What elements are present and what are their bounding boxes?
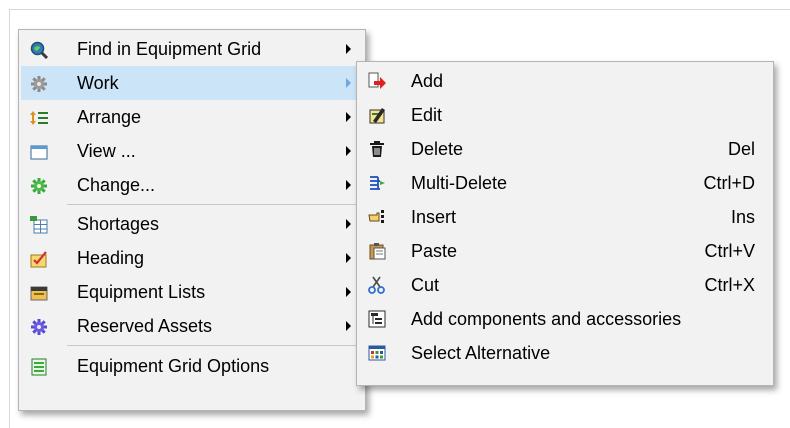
submenu-item-label: Select Alternative [411, 343, 551, 363]
background-frame-left [9, 9, 10, 428]
submenu-item-edit[interactable]: Edit [359, 98, 771, 132]
submenu-item-shortcut: Ctrl+V [704, 241, 755, 261]
scissors-icon [368, 276, 386, 294]
context-menu: Find in Equipment Grid Work Arrange View… [18, 29, 366, 411]
heading-check-icon [30, 250, 48, 268]
menu-item-shortages[interactable]: Shortages [21, 207, 363, 241]
folder-icon [30, 284, 48, 302]
trash-icon [368, 140, 386, 158]
menu-item-find-in-equipment-grid[interactable]: Find in Equipment Grid [21, 32, 363, 66]
menu-item-change[interactable]: Change... [21, 168, 363, 202]
grid-options-icon [30, 358, 48, 376]
menu-item-work[interactable]: Work [21, 66, 363, 100]
menu-item-label: Heading [77, 248, 145, 268]
menu-separator [67, 204, 361, 205]
edit-pencil-icon [368, 106, 386, 124]
submenu-item-delete[interactable]: Delete Del [359, 132, 771, 166]
menu-item-label: Find in Equipment Grid [77, 39, 262, 59]
menu-item-label: Arrange [77, 107, 142, 127]
submenu-arrow-icon [346, 44, 351, 54]
menu-item-equipment-lists[interactable]: Equipment Lists [21, 275, 363, 309]
submenu-item-cut[interactable]: Cut Ctrl+X [359, 268, 771, 302]
submenu-item-shortcut: Ctrl+D [703, 173, 755, 193]
submenu-item-shortcut: Del [727, 139, 755, 159]
submenu-arrow-icon [346, 321, 351, 331]
submenu-item-label: Paste [411, 241, 458, 261]
clipboard-icon [368, 242, 386, 260]
arrange-list-icon [30, 109, 48, 127]
submenu-arrow-icon [346, 253, 351, 263]
submenu-item-label: Multi-Delete [411, 173, 508, 193]
submenu-arrow-icon [346, 112, 351, 122]
menu-item-label: Shortages [77, 214, 160, 234]
submenu-item-label: Cut [411, 275, 440, 295]
submenu-item-shortcut: Ins [730, 207, 755, 227]
menu-item-heading[interactable]: Heading [21, 241, 363, 275]
menu-item-label: Reserved Assets [77, 316, 213, 336]
menu-separator [67, 345, 361, 346]
components-tree-icon [368, 310, 386, 328]
menu-item-view[interactable]: View ... [21, 134, 363, 168]
add-arrow-icon [368, 72, 386, 90]
multi-delete-icon [368, 174, 386, 192]
green-gear-icon [30, 177, 48, 195]
insert-hand-icon [368, 208, 386, 226]
menu-item-label: Work [77, 73, 119, 93]
menu-item-label: Equipment Lists [77, 282, 206, 302]
submenu-arrow-icon [346, 287, 351, 297]
submenu-arrow-icon [346, 219, 351, 229]
magnifier-globe-icon [30, 41, 48, 59]
submenu-arrow-icon [346, 146, 351, 156]
submenu-item-label: Delete [411, 139, 464, 159]
submenu-item-label: Add components and accessories [411, 309, 682, 329]
menu-item-arrange[interactable]: Arrange [21, 100, 363, 134]
submenu-item-select-alternative[interactable]: Select Alternative [359, 336, 771, 370]
submenu-item-label: Edit [411, 105, 443, 125]
purple-gear-icon [30, 318, 48, 336]
submenu-item-label: Add [411, 71, 444, 91]
alternative-grid-icon [368, 344, 386, 362]
submenu-arrow-icon [346, 180, 351, 190]
submenu-item-add-components[interactable]: Add components and accessories [359, 302, 771, 336]
submenu-item-multi-delete[interactable]: Multi-Delete Ctrl+D [359, 166, 771, 200]
submenu-item-label: Insert [411, 207, 457, 227]
shortage-grid-icon [30, 216, 48, 234]
menu-item-reserved-assets[interactable]: Reserved Assets [21, 309, 363, 343]
submenu-item-paste[interactable]: Paste Ctrl+V [359, 234, 771, 268]
menu-item-label: View ... [77, 141, 136, 161]
menu-item-label: Equipment Grid Options [77, 356, 270, 376]
work-submenu: Add Edit Delete Del Multi-Delete Ctrl+D … [356, 61, 774, 386]
background-frame-top [10, 9, 790, 10]
menu-item-label: Change... [77, 175, 156, 195]
menu-item-equipment-grid-options[interactable]: Equipment Grid Options [21, 349, 363, 383]
submenu-arrow-icon [346, 78, 351, 88]
window-icon [30, 143, 48, 161]
submenu-item-insert[interactable]: Insert Ins [359, 200, 771, 234]
gear-icon [30, 75, 48, 93]
submenu-item-shortcut: Ctrl+X [704, 275, 755, 295]
submenu-item-add[interactable]: Add [359, 64, 771, 98]
